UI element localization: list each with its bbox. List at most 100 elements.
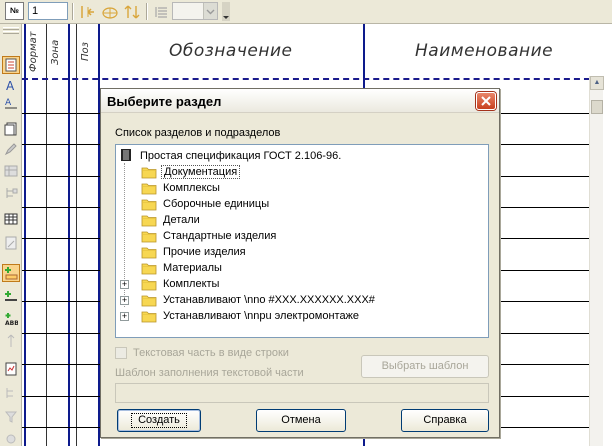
checkbox-label: Текстовая часть в виде строки [133, 347, 289, 359]
edit-doc-icon[interactable] [2, 234, 20, 252]
folder-icon [141, 246, 157, 259]
table-icon[interactable] [2, 162, 20, 180]
create-button-label: Создать [131, 413, 187, 428]
tree-item[interactable]: + Комплекты [120, 276, 221, 292]
toolbar-grip[interactable] [3, 31, 19, 34]
sort-rows-icon[interactable] [2, 332, 20, 350]
style-combobox[interactable] [172, 2, 218, 20]
tree-item-label: Комплекты [163, 278, 220, 290]
align-left-arrow-icon[interactable] [77, 2, 99, 21]
dialog-title: Выберите раздел [107, 94, 222, 109]
tree-item[interactable]: Документация [120, 164, 241, 180]
folder-icon [141, 294, 157, 307]
column-divider [46, 24, 47, 446]
settings-icon[interactable] [2, 430, 20, 446]
filter-icon[interactable] [2, 408, 20, 426]
header-zone: Зона [50, 39, 61, 65]
tree-item-label: Документация [161, 165, 241, 179]
tree-root[interactable]: Простая спецификация ГОСТ 2.106-96. [120, 148, 343, 164]
tree-item[interactable]: Сборочные единицы [120, 196, 271, 212]
dialog-titlebar[interactable]: Выберите раздел [101, 89, 499, 113]
tree-item[interactable]: Детали [120, 212, 202, 228]
template-field[interactable] [115, 383, 489, 403]
close-icon[interactable] [476, 92, 496, 110]
svg-text:A: A [5, 98, 12, 108]
tree-item-label: Сборочные единицы [163, 198, 270, 210]
header-separator [22, 78, 600, 80]
tree-item-label: Стандартные изделия [163, 230, 277, 242]
template-label: Шаблон заполнения текстовой части [115, 367, 304, 379]
sort-arrows-icon[interactable] [121, 2, 143, 21]
header-name: Наименование [415, 41, 554, 61]
svg-text:A: A [6, 79, 15, 92]
pencil-icon[interactable] [2, 140, 20, 158]
svg-text:ABB: ABB [5, 320, 18, 326]
folder-icon [141, 182, 157, 195]
folder-icon [141, 214, 157, 227]
top-toolbar: № 1 [0, 0, 612, 24]
tree-item[interactable]: Прочие изделия [120, 244, 248, 260]
toolbar-separator [146, 3, 148, 20]
report-icon[interactable] [2, 360, 20, 378]
column-divider [76, 24, 77, 446]
tree-item-label: Детали [163, 214, 200, 226]
scroll-thumb[interactable] [591, 100, 603, 114]
hierarchy-icon[interactable] [2, 184, 20, 202]
tree-item-label: Устанавливают \nnpu электромонтаже [163, 310, 360, 322]
help-button[interactable]: Справка [401, 409, 489, 432]
tree-item[interactable]: Материалы [120, 260, 224, 276]
text-as-line-checkbox[interactable]: Текстовая часть в виде строки [115, 347, 289, 359]
number-field-icon: № [5, 2, 24, 20]
tree-item-label: Материалы [163, 262, 222, 274]
tree-item[interactable]: + Устанавливают \nnpu электромонтаже [120, 308, 361, 324]
cancel-button[interactable]: Отмена [256, 409, 346, 432]
text-lines-icon[interactable] [150, 2, 172, 21]
tree-item[interactable]: Комплексы [120, 180, 222, 196]
tree-item-label: Устанавливают \nno #XXX.XXXXXX.XXX# [163, 294, 375, 306]
column-divider [24, 24, 26, 446]
document-icon[interactable] [2, 120, 20, 138]
add-text-abc-icon[interactable]: ABB [2, 310, 20, 328]
chevron-down-icon[interactable] [203, 3, 217, 19]
specification-book-icon [120, 148, 132, 165]
pick-template-button[interactable]: Выбрать шаблон [361, 355, 489, 378]
vertical-scrollbar[interactable]: ▲ [589, 76, 604, 446]
text-a-icon[interactable]: A [2, 76, 20, 94]
sections-list-label: Список разделов и подразделов [115, 127, 281, 139]
number-input[interactable]: 1 [28, 2, 68, 20]
add-row-icon[interactable] [2, 288, 20, 306]
select-section-dialog: Выберите раздел Список разделов и подраз… [100, 88, 500, 438]
toolbar-grip[interactable] [3, 27, 19, 30]
tree-item-label: Комплексы [163, 182, 220, 194]
expand-plus-icon[interactable]: + [120, 311, 129, 321]
scroll-up-icon[interactable]: ▲ [590, 76, 604, 90]
globe-align-icon[interactable] [99, 2, 121, 21]
column-divider [68, 24, 70, 446]
toolbar-separator [72, 3, 74, 20]
tree-item[interactable]: Стандартные изделия [120, 228, 278, 244]
expand-plus-icon[interactable]: + [120, 279, 129, 289]
header-format: Формат [28, 31, 39, 73]
create-button[interactable]: Создать [117, 409, 201, 432]
expand-plus-icon[interactable]: + [120, 295, 129, 305]
toolbar-chevron-grip[interactable] [222, 2, 230, 21]
tree-item-label: Прочие изделия [163, 246, 246, 258]
header-designation: Обозначение [169, 41, 293, 61]
folder-icon [141, 278, 157, 291]
spec-sheet-icon[interactable] [2, 56, 20, 74]
grid-table-icon[interactable] [2, 210, 20, 228]
tree-root-label: Простая спецификация ГОСТ 2.106-96. [140, 150, 342, 162]
tree-structure-icon[interactable] [2, 384, 20, 402]
add-section-icon[interactable] [2, 264, 20, 282]
text-style-icon[interactable]: A [2, 94, 20, 112]
tree-item[interactable]: + Устанавливают \nno #XXX.XXXXXX.XXX# [120, 292, 377, 308]
checkbox-box[interactable] [115, 347, 127, 359]
sections-tree[interactable]: Простая спецификация ГОСТ 2.106-96. Доку… [115, 144, 489, 338]
